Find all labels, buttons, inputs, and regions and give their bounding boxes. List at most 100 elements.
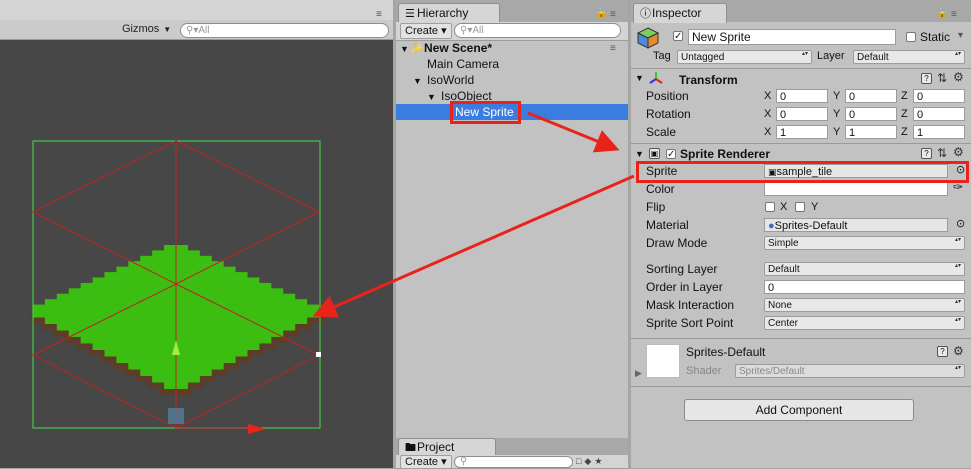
folder-icon: 🖿 — [405, 442, 416, 454]
sorting-layer-dropdown[interactable]: Default — [764, 262, 965, 276]
hierarchy-create-button[interactable]: Create ▾ — [400, 23, 452, 39]
static-checkbox[interactable] — [906, 32, 916, 42]
layer-dropdown[interactable]: Default — [853, 50, 965, 64]
transform-title: Transform — [679, 73, 738, 87]
transform-position-x-field[interactable]: 0 — [776, 89, 828, 103]
transform-rotation-label: Rotation — [646, 107, 691, 121]
tab-hierarchy[interactable]: ☰ Hierarchy — [398, 3, 500, 23]
color-field[interactable] — [764, 182, 948, 196]
scene-view[interactable]: ≡ Gizmos ▼ ⚲▾All — [0, 0, 393, 468]
transform-position-z-field[interactable]: 0 — [913, 89, 965, 103]
flip-x-label: X — [780, 201, 788, 213]
layer-label: Layer — [817, 50, 845, 62]
material-field[interactable]: ●Sprites-Default — [764, 218, 948, 232]
help-icon[interactable]: ? — [937, 346, 948, 357]
help-icon[interactable]: ? — [921, 73, 932, 84]
project-filter-icons[interactable]: □◆★ — [576, 456, 605, 467]
active-checkbox[interactable]: ✓ — [673, 31, 683, 42]
z-axis-label: Z — [901, 90, 908, 102]
material-sphere-icon: ● — [768, 220, 775, 232]
tag-label: Tag — [653, 50, 671, 62]
highlight-box-sprite-field — [636, 161, 969, 183]
material-foldout-icon[interactable]: ▶ — [635, 368, 642, 379]
sprite-sort-point-label: Sprite Sort Point — [646, 316, 734, 330]
gizmos-dropdown[interactable]: Gizmos ▼ — [122, 22, 171, 37]
unity-scene-icon: ✨ — [410, 43, 424, 55]
inspector-lock-icon[interactable]: 🔒 — [936, 8, 948, 19]
inspector-panel: ⓘInspector 🔒 ≡ ✓ New Sprite Static ▾ Tag… — [631, 0, 971, 468]
order-in-layer-label: Order in Layer — [646, 280, 723, 294]
sprite-renderer-title: Sprite Renderer — [680, 147, 771, 161]
transform-foldout-icon[interactable]: ▼ — [635, 73, 644, 83]
draw-mode-label: Draw Mode — [646, 236, 708, 250]
preset-icon[interactable]: ⇅ — [937, 147, 947, 159]
mask-interaction-dropdown[interactable]: None — [764, 298, 965, 312]
gear-icon[interactable]: ⚙ — [953, 345, 964, 357]
sprite-renderer-icon: ▣ — [649, 148, 660, 159]
panel-menu-icon[interactable]: ≡ — [376, 10, 382, 20]
z-axis-label: Z — [901, 126, 908, 138]
x-axis-label: X — [764, 108, 772, 120]
sorting-layer-label: Sorting Layer — [646, 262, 718, 276]
hierarchy-menu-icon[interactable]: ≡ — [610, 10, 616, 20]
pivot-handle — [168, 408, 184, 424]
transform-scale-x-field[interactable]: 1 — [776, 125, 828, 139]
shader-label: Shader — [686, 365, 722, 377]
flip-x-checkbox[interactable] — [765, 202, 775, 212]
lock-icon[interactable]: 🔒 — [595, 8, 607, 19]
static-dropdown-icon[interactable]: ▾ — [958, 31, 963, 41]
scene-canvas[interactable] — [0, 40, 393, 468]
sprite-renderer-foldout-icon[interactable]: ▼ — [635, 149, 644, 159]
x-axis-label: X — [764, 126, 772, 138]
tag-dropdown[interactable]: Untagged — [677, 50, 812, 64]
shader-dropdown[interactable]: Sprites/Default — [735, 364, 965, 378]
z-axis-label: Z — [901, 108, 908, 120]
sprite-sort-point-dropdown[interactable]: Center — [764, 316, 965, 330]
hierarchy-item-isoworld[interactable]: ▼ IsoWorld — [413, 72, 474, 88]
scene-row-menu-icon[interactable]: ≡ — [610, 44, 616, 54]
sprite-renderer-enabled-checkbox[interactable]: ✓ — [666, 149, 676, 160]
divider — [631, 143, 971, 144]
transform-rotation-z-field[interactable]: 0 — [913, 107, 965, 121]
color-label: Color — [646, 182, 675, 196]
transform-scale-y-field[interactable]: 1 — [845, 125, 897, 139]
transform-rotation-x-field[interactable]: 0 — [776, 107, 828, 121]
transform-rotation-y-field[interactable]: 0 — [845, 107, 897, 121]
help-icon[interactable]: ? — [921, 148, 932, 159]
material-preview-name: Sprites-Default — [686, 345, 766, 359]
draw-mode-dropdown[interactable]: Simple — [764, 236, 965, 250]
flip-y-checkbox[interactable] — [795, 202, 805, 212]
hierarchy-search-input[interactable]: ⚲▾All — [454, 23, 621, 38]
y-axis-label: Y — [833, 126, 841, 138]
divider — [631, 386, 971, 387]
transform-position-y-field[interactable]: 0 — [845, 89, 897, 103]
scene-root-row[interactable]: ▼✨New Scene* — [396, 40, 628, 56]
project-search-input[interactable]: ⚲ — [454, 456, 573, 468]
add-component-button[interactable]: Add Component — [684, 399, 914, 421]
gear-icon[interactable]: ⚙ — [953, 71, 964, 83]
inspector-menu-icon[interactable]: ≡ — [951, 10, 957, 20]
preset-icon[interactable]: ⇅ — [937, 72, 947, 84]
highlight-box-new-sprite — [450, 101, 521, 124]
tab-project[interactable]: 🖿Project — [398, 438, 496, 455]
y-axis-label: Y — [833, 90, 841, 102]
material-label: Material — [646, 218, 689, 232]
divider — [631, 338, 971, 339]
hierarchy-item-main-camera[interactable]: Main Camera — [427, 56, 499, 72]
scene-search-input[interactable]: ⚲▾All — [180, 23, 389, 38]
transform-scale-label: Scale — [646, 125, 677, 139]
material-preview-thumbnail — [646, 344, 680, 378]
project-create-button[interactable]: Create ▾ — [400, 455, 452, 469]
static-label: Static — [920, 30, 951, 44]
transform-position-label: Position — [646, 89, 689, 103]
order-in-layer-field[interactable]: 0 — [764, 280, 965, 294]
material-picker-icon[interactable]: ⊙ — [956, 217, 965, 230]
tab-inspector[interactable]: ⓘInspector — [633, 3, 727, 23]
x-axis-label: X — [764, 90, 772, 102]
scene-tab-strip — [0, 0, 393, 20]
gear-icon[interactable]: ⚙ — [953, 146, 964, 158]
object-name-field[interactable]: New Sprite — [688, 29, 896, 45]
gameobject-cube-icon — [636, 27, 660, 49]
y-axis-label: Y — [833, 108, 841, 120]
transform-scale-z-field[interactable]: 1 — [913, 125, 965, 139]
